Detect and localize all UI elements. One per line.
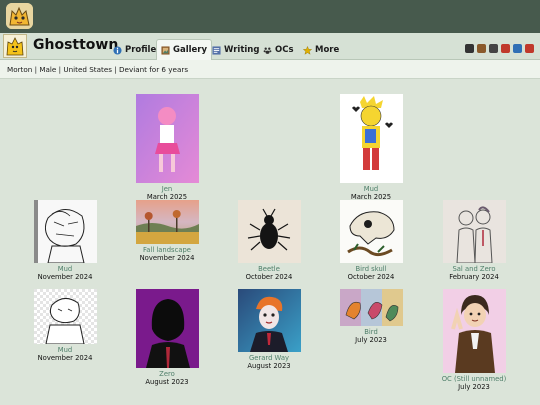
artwork-title[interactable]: Fall landscape	[117, 246, 217, 254]
coffee-icon[interactable]	[477, 44, 486, 53]
artwork-title[interactable]: Sal and Zero	[424, 265, 524, 273]
top-bar	[0, 0, 540, 33]
camera-icon[interactable]	[525, 44, 534, 53]
artwork-date: November 2024	[37, 273, 93, 281]
artwork-date: August 2023	[247, 362, 291, 370]
gallery-item[interactable]: Gerard Way August 2023	[219, 289, 319, 370]
profile-info: Morton | Male | United States | Deviant …	[7, 65, 189, 74]
artwork-thumbnail[interactable]	[135, 289, 199, 368]
document-icon	[212, 45, 221, 55]
artwork-date: October 2024	[245, 273, 293, 281]
profile-info-bar: Morton | Male | United States | Deviant …	[0, 60, 540, 79]
avatar[interactable]	[3, 34, 27, 58]
tab-label: Profile	[125, 45, 157, 55]
artwork-title[interactable]: Bird	[321, 328, 421, 336]
gallery-item[interactable]: Zero August 2023	[117, 289, 217, 386]
glasses-icon[interactable]	[465, 44, 474, 53]
artwork-date: February 2024	[449, 273, 499, 281]
gallery-item[interactable]: Mud November 2024	[15, 200, 115, 281]
artwork-title[interactable]: Bird skull	[321, 265, 421, 273]
tab-label: More	[315, 45, 340, 55]
tab-writing[interactable]: Writing	[208, 40, 263, 60]
tab-gallery[interactable]: Gallery	[156, 39, 213, 60]
gallery-item[interactable]: Mud March 2025	[321, 94, 421, 201]
artwork-thumbnail[interactable]	[135, 94, 199, 183]
artwork-thumbnail[interactable]	[442, 200, 506, 263]
artwork-date: July 2023	[355, 336, 387, 344]
tab-label: Writing	[224, 45, 260, 55]
tab-label: OCs	[275, 45, 294, 55]
star-icon	[303, 45, 312, 55]
artwork-thumbnail[interactable]	[339, 200, 403, 263]
artwork-title[interactable]: Jen	[117, 185, 217, 193]
username[interactable]: Ghosttown	[33, 37, 118, 53]
site-logo-icon[interactable]	[6, 3, 33, 29]
artwork-thumbnail[interactable]	[33, 200, 97, 263]
gallery-item[interactable]: Bird July 2023	[321, 289, 421, 344]
gallery-item[interactable]: Fall landscape November 2024	[117, 200, 217, 262]
gallery-item[interactable]: Jen March 2025	[117, 94, 217, 201]
tab-more[interactable]: More	[299, 40, 343, 60]
artwork-thumbnail[interactable]	[33, 289, 97, 344]
profile-header: Ghosttown Profile Gallery Writing OCs Mo…	[0, 33, 540, 60]
artwork-thumbnail[interactable]	[237, 200, 301, 263]
artwork-thumbnail[interactable]	[339, 94, 403, 183]
gallery-item[interactable]: Sal and Zero February 2024	[424, 200, 524, 281]
tab-profile[interactable]: Profile	[109, 40, 160, 60]
gallery-grid: Jen March 2025 Mud March 2025 Mud Novemb…	[0, 79, 540, 405]
artwork-date: July 2023	[458, 383, 490, 391]
artwork-thumbnail[interactable]	[135, 200, 199, 244]
header-badges	[465, 44, 534, 53]
artwork-title[interactable]: Mud	[15, 265, 115, 273]
artwork-thumbnail[interactable]	[442, 289, 506, 373]
artwork-date: November 2024	[139, 254, 195, 262]
artwork-date: October 2024	[347, 273, 395, 281]
artwork-date: August 2023	[145, 378, 189, 386]
gallery-item[interactable]: Mud November 2024	[15, 289, 115, 362]
tab-label: Gallery	[173, 45, 208, 55]
artwork-title[interactable]: Zero	[117, 370, 217, 378]
artwork-thumbnail[interactable]	[339, 289, 403, 326]
artwork-title[interactable]: Beetle	[219, 265, 319, 273]
artwork-title[interactable]: Mud	[321, 185, 421, 193]
artwork-title[interactable]: Mud	[15, 346, 115, 354]
robot-icon[interactable]	[489, 44, 498, 53]
gallery-item[interactable]: OC (Still unnamed) July 2023	[424, 289, 524, 391]
artwork-thumbnail[interactable]	[237, 289, 301, 352]
paw-icon	[263, 47, 272, 54]
bug-icon[interactable]	[501, 44, 510, 53]
artwork-date: November 2024	[37, 354, 93, 362]
frame-icon	[161, 45, 170, 55]
gallery-item[interactable]: Beetle October 2024	[219, 200, 319, 281]
info-icon	[113, 45, 122, 55]
artwork-title[interactable]: OC (Still unnamed)	[424, 375, 524, 383]
tab-ocs[interactable]: OCs	[259, 40, 298, 60]
artwork-title[interactable]: Gerard Way	[219, 354, 319, 362]
monitor-icon[interactable]	[513, 44, 522, 53]
gallery-item[interactable]: Bird skull October 2024	[321, 200, 421, 281]
